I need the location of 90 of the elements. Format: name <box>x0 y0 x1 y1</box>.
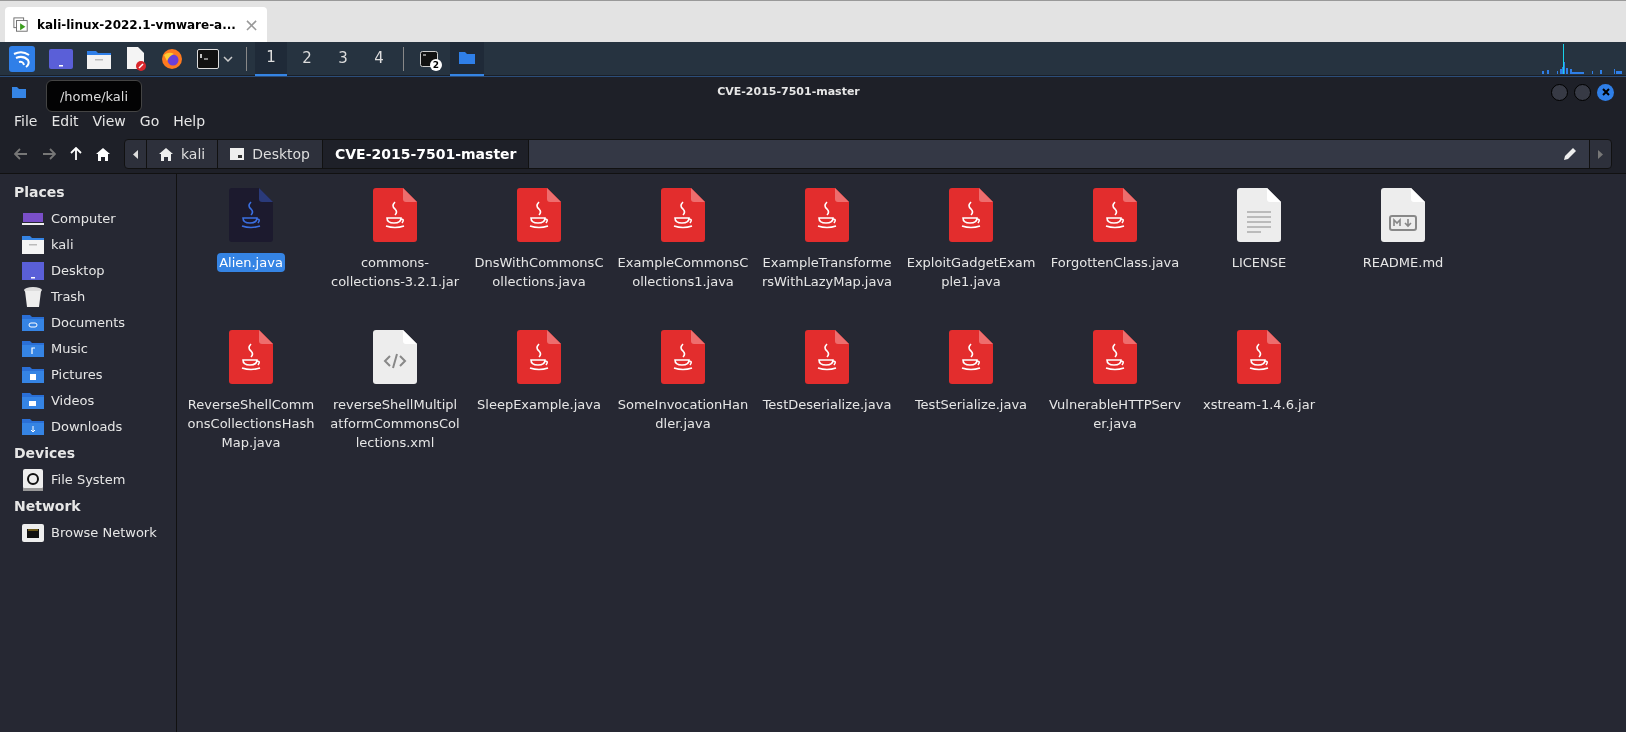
desktop-icon <box>22 262 44 280</box>
java-file-icon <box>805 188 849 242</box>
documents-folder-icon <box>22 315 44 331</box>
file-name[interactable]: TestSerialize.java <box>912 395 1030 414</box>
workspace-button[interactable]: 1 <box>255 41 287 76</box>
chevron-down-icon[interactable] <box>223 55 233 62</box>
terminal-icon[interactable] <box>197 48 219 69</box>
tab-title: kali-linux-2022.1-vmware-a... <box>36 16 236 34</box>
sidebar-item[interactable]: File System <box>14 467 162 493</box>
java-file-icon <box>661 330 705 384</box>
drive-icon <box>23 469 43 491</box>
folder-icon <box>459 51 475 64</box>
sidebar-item[interactable]: Documents <box>14 310 162 336</box>
sidebar-item[interactable]: Trash <box>14 284 162 310</box>
document-icon[interactable] <box>125 46 147 71</box>
file-name[interactable]: xstream-1.4.6.jar <box>1200 395 1318 414</box>
java-file-icon <box>1093 330 1137 384</box>
text-file-icon <box>1237 188 1281 242</box>
tooltip: /home/kali <box>46 80 142 112</box>
sidebar-item[interactable]: Downloads <box>14 414 162 440</box>
file-name[interactable]: ExploitGadgetExample1.java <box>903 253 1039 291</box>
window-title: CVE-2015-7501-master <box>717 83 860 100</box>
task-button[interactable]: 2 <box>412 41 446 76</box>
menu-item[interactable]: Edit <box>51 110 79 132</box>
file-name[interactable]: ExampleTransformersWithLazyMap.java <box>759 253 895 291</box>
downloads-folder-icon <box>22 419 44 435</box>
menu-item[interactable]: Help <box>173 110 206 132</box>
file-name[interactable]: commons-collections-3.2.1.jar <box>327 253 463 291</box>
back-arrow-icon[interactable] <box>14 148 28 160</box>
browser-tab[interactable]: kali-linux-2022.1-vmware-a... × <box>5 7 267 42</box>
workspace-button[interactable]: 2 <box>291 41 323 76</box>
file-name[interactable]: reverseShellMultiplatformCommonsCollections.xml <box>327 395 463 452</box>
videos-folder-icon <box>22 393 44 409</box>
java-file-icon <box>517 330 561 384</box>
java-file-icon <box>949 188 993 242</box>
desktop-icon[interactable] <box>49 48 73 69</box>
java-file-icon <box>229 188 273 242</box>
java-file-icon <box>1237 330 1281 384</box>
network-port-icon <box>22 524 44 542</box>
menu-item[interactable]: View <box>92 110 126 132</box>
folder-icon[interactable] <box>87 48 111 69</box>
sidebar-item[interactable]: Computer <box>14 206 162 232</box>
trash-icon <box>24 287 42 307</box>
close-icon <box>1601 88 1610 96</box>
code-file-icon <box>373 330 417 384</box>
music-folder-icon <box>22 341 44 357</box>
sidebar-heading: Places <box>14 183 66 202</box>
java-file-icon <box>373 188 417 242</box>
folder-icon <box>22 236 44 254</box>
file-name[interactable]: README.md <box>1360 253 1446 272</box>
terminal-icon <box>420 50 438 67</box>
sidebar-item[interactable]: Browse Network <box>14 520 162 546</box>
markdown-file-icon <box>1381 188 1425 242</box>
file-name[interactable]: SomeInvocationHandler.java <box>615 395 751 433</box>
file-name[interactable]: ReverseShellCommonsCollectionsHashMap.java <box>183 395 319 452</box>
monitor-icon <box>22 213 44 225</box>
vm-icon <box>13 15 29 34</box>
close-button[interactable] <box>1597 83 1614 101</box>
sidebar-item[interactable]: Desktop <box>14 258 162 284</box>
java-file-icon <box>1093 188 1137 242</box>
workspace-button[interactable]: 3 <box>327 41 359 76</box>
file-name[interactable]: ForgottenClass.java <box>1048 253 1182 272</box>
task-button[interactable] <box>450 41 484 76</box>
java-file-icon <box>949 330 993 384</box>
file-name[interactable]: TestDeserialize.java <box>760 395 894 414</box>
workspace-button[interactable]: 4 <box>363 41 395 76</box>
file-name[interactable]: VulnerableHTTPServer.java <box>1047 395 1183 433</box>
forward-arrow-icon[interactable] <box>42 148 56 160</box>
fox-globe-icon[interactable] <box>161 47 183 70</box>
sidebar-item[interactable]: Pictures <box>14 362 162 388</box>
folder-icon <box>12 86 26 98</box>
java-file-icon <box>229 330 273 384</box>
menu-item[interactable]: File <box>14 110 38 132</box>
file-name[interactable]: SleepExample.java <box>475 395 603 414</box>
file-name[interactable]: ExampleCommonsCollections1.java <box>615 253 751 291</box>
sidebar-item[interactable]: Music <box>14 336 162 362</box>
java-file-icon <box>661 188 705 242</box>
java-file-icon <box>805 330 849 384</box>
home-icon[interactable] <box>96 147 110 161</box>
java-file-icon <box>517 188 561 242</box>
up-arrow-icon[interactable] <box>70 147 82 161</box>
sidebar-heading: Network <box>14 497 82 516</box>
sidebar-item[interactable]: Videos <box>14 388 162 414</box>
file-name[interactable]: DnsWithCommonsCollections.java <box>471 253 607 291</box>
menu-item[interactable]: Go <box>139 110 160 132</box>
file-name[interactable]: LICENSE <box>1229 253 1289 272</box>
sidebar-item[interactable]: kali <box>14 232 162 258</box>
pictures-folder-icon <box>22 367 44 383</box>
sidebar-heading: Devices <box>14 444 77 463</box>
file-name[interactable]: Alien.java <box>217 253 285 272</box>
